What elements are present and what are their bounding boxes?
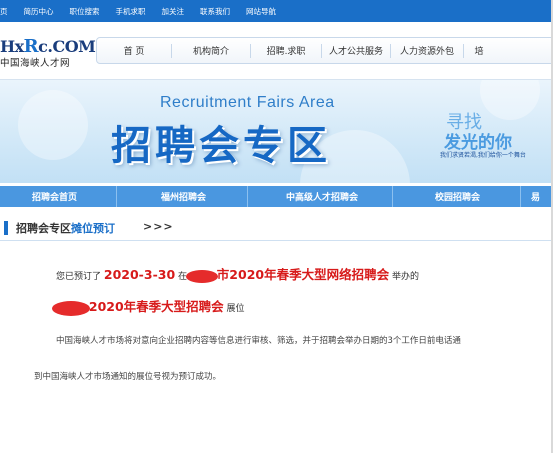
breadcrumb-current: 摊位预订 (71, 222, 115, 235)
main-nav-home[interactable]: 首 页 (97, 44, 171, 57)
booking-held: 举办的 (391, 272, 419, 282)
booking-date: 2020-3-30 (103, 267, 176, 282)
top-nav-item-contact[interactable]: 联系我们 (200, 6, 230, 17)
booth-name: 2020年春季大型招聘会 (88, 299, 224, 314)
top-nav-item-mobile[interactable]: 手机求职 (116, 6, 146, 17)
breadcrumb: 招聘会专区摊位预订 >>> (0, 217, 553, 241)
sub-nav-campus-fair[interactable]: 校园招聘会 (435, 190, 520, 203)
breadcrumb-marker (4, 221, 8, 235)
booking-confirmation: 您已预订了 2020-3-30 在 市2020年春季大型网络招聘会 举办的 (56, 264, 419, 283)
recruitment-banner: Recruitment Fairs Area 招聘会专区 寻找 发光的你 我们求… (0, 80, 553, 183)
divider (392, 186, 393, 207)
booking-fair-name: 市2020年春季大型网络招聘会 (216, 267, 390, 282)
top-nav: 页 简历中心 职位搜索 手机求职 加关注 联系我们 网站导航 (0, 0, 553, 22)
main-nav-training[interactable]: 培 (464, 44, 494, 57)
breadcrumb-section[interactable]: 招聘会专区 (16, 222, 71, 235)
fair-sub-nav: 招聘会首页 福州招聘会 中高级人才招聘会 校园招聘会 易 (0, 186, 553, 207)
notice-text-2: 到中国海峡人才市场通知的展位号视为预订成功。 (34, 372, 222, 382)
top-nav-item-home[interactable]: 页 (0, 6, 8, 17)
divider (116, 186, 117, 207)
sub-nav-more[interactable]: 易 (531, 190, 540, 203)
top-nav-item-resume[interactable]: 简历中心 (24, 6, 54, 17)
top-nav-item-follow[interactable]: 加关注 (162, 6, 185, 17)
banner-slogan-line3: 我们求贤若渴,我们给你一个舞台 (440, 152, 526, 159)
banner-decoration (480, 80, 540, 120)
booth-line: 2020年春季大型招聘会 展位 (52, 296, 245, 316)
main-nav-hr-outsourcing[interactable]: 人力资源外包 (391, 44, 463, 57)
main-nav-recruit[interactable]: 招聘.求职 (251, 44, 321, 57)
notice-text-1: 中国海峡人才市场将对意向企业招聘内容等信息进行审核、筛选，并于招聘会举办日期的3… (56, 336, 461, 346)
redaction-mark (52, 301, 90, 316)
logo-wordmark: HxRc.COM (0, 36, 96, 57)
divider (247, 186, 248, 207)
top-nav-item-sitemap[interactable]: 网站导航 (246, 6, 276, 17)
banner-chinese-title: 招聘会专区 (111, 123, 331, 169)
sub-nav-fair-home[interactable]: 招聘会首页 (32, 190, 116, 203)
divider (520, 186, 521, 207)
site-header: HxRc.COM 中国海峡人才网 首 页 机构简介 招聘.求职 人才公共服务 人… (0, 22, 553, 80)
redaction-mark (185, 270, 218, 283)
sub-nav-senior-fair[interactable]: 中高级人才招聘会 (286, 190, 392, 203)
breadcrumb-arrows: >>> (143, 220, 174, 233)
breadcrumb-title: 招聘会专区摊位预订 (16, 220, 115, 236)
top-nav-item-job-search[interactable]: 职位搜索 (70, 6, 100, 17)
main-nav: 首 页 机构简介 招聘.求职 人才公共服务 人力资源外包 培 (96, 37, 553, 64)
banner-decoration (18, 90, 88, 160)
sub-nav-fuzhou-fair[interactable]: 福州招聘会 (161, 190, 247, 203)
logo-subtitle: 中国海峡人才网 (0, 58, 71, 69)
booking-prefix: 您已预订了 (56, 272, 102, 282)
banner-english-title: Recruitment Fairs Area (160, 94, 335, 111)
main-nav-about[interactable]: 机构简介 (172, 44, 250, 57)
main-nav-public-service[interactable]: 人才公共服务 (322, 44, 390, 57)
booth-suffix: 展位 (226, 304, 245, 314)
site-logo[interactable]: HxRc.COM 中国海峡人才网 (0, 36, 96, 69)
